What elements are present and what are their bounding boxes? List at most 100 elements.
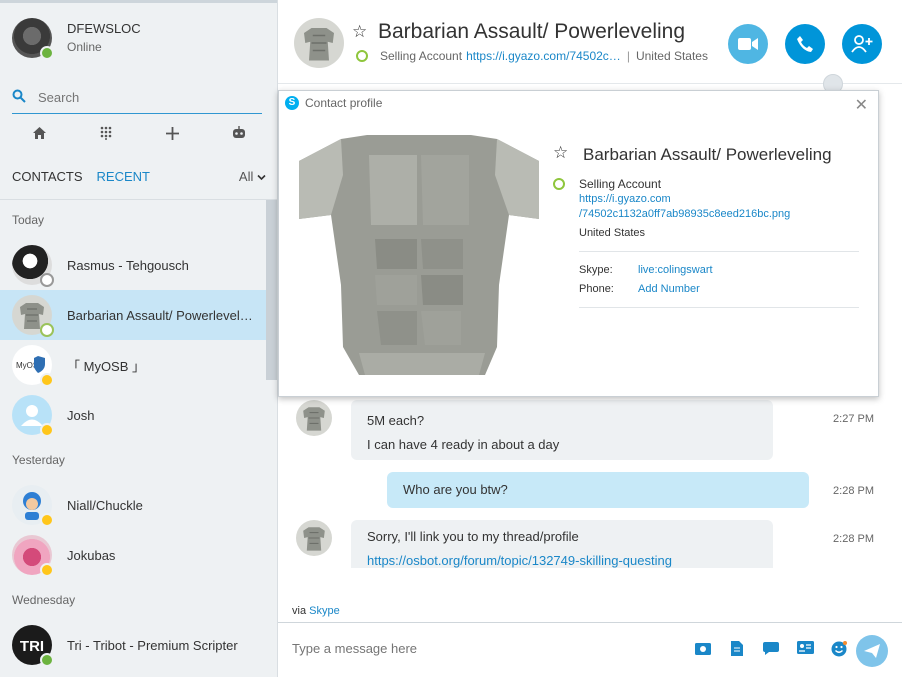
my-avatar[interactable] [12,18,54,60]
mood-link[interactable]: https://i.gyazo.com/74502c… [466,49,621,63]
unknown-status-icon [40,273,54,287]
via-prefix: via [292,605,307,617]
profile-mood: Selling Account [553,177,661,191]
add-icon[interactable] [160,126,184,144]
sidebar-scrollbar[interactable] [266,200,277,380]
offline-status-icon [40,323,54,337]
send-icon [864,644,880,658]
profile-titlebar[interactable]: S Contact profile [279,91,878,115]
profile-picture [299,135,539,381]
message-time: 2:27 PM [833,413,874,425]
list-item[interactable]: MyOSB 「 MyOSB 」 [0,340,266,390]
contact-name: Niall/Chuckle [67,497,143,513]
message-bubble[interactable]: Who are you btw? [387,472,809,508]
contact-name: 「 MyOSB 」 [67,358,146,374]
online-status-icon [40,46,54,60]
send-button[interactable] [856,635,888,667]
search-icon [12,89,32,106]
via-service-link[interactable]: Skype [309,605,340,617]
video-message-icon[interactable] [754,641,788,661]
add-people-button[interactable] [842,24,882,64]
contact-name: Tri - Tribot - Premium Scripter [67,637,238,653]
avatar: MyOSB [12,345,54,387]
home-icon[interactable] [27,126,51,144]
skype-id-link[interactable]: live:colingswart [638,264,713,276]
conversation-title[interactable]: Barbarian Assault/ Powerleveling [378,20,685,44]
filter-dropdown[interactable]: All [239,169,266,184]
profile-location: United States [579,227,646,239]
add-number-link[interactable]: Add Number [638,283,700,295]
message-text: Who are you btw? [403,482,508,497]
via-service: via Skype [292,605,340,617]
compose-tools [686,641,856,661]
list-item[interactable]: Niall/Chuckle [0,480,266,530]
dialpad-icon[interactable] [94,126,118,144]
tab-contacts[interactable]: CONTACTS [12,169,83,184]
profile-mood-link[interactable]: https://i.gyazo.com /74502c1132a0ff7ab98… [579,192,829,222]
contact-name: Josh [67,407,95,423]
divider [579,251,859,252]
audio-call-button[interactable] [785,24,825,64]
online-status-icon [40,653,54,667]
send-media-icon[interactable] [686,641,720,661]
section-header: Yesterday [12,453,65,467]
avatar [12,535,54,577]
message-time: 2:28 PM [833,485,874,497]
sidebar-top-edge [0,0,277,3]
sidebar: DFEWSLOC Online CONTACTS RECENT All [0,0,278,677]
contact-profile-window: S Contact profile ✕ ☆ Barbarian Assault/… [278,90,879,397]
message-input[interactable] [292,641,672,656]
favorite-star-icon[interactable]: ☆ [553,143,568,163]
bots-icon[interactable] [227,126,251,144]
phone-icon [797,36,813,52]
favorite-star-icon[interactable]: ☆ [352,22,367,42]
search-box[interactable] [12,82,262,114]
message-text: 5M each? [367,413,425,428]
contact-name: Jokubas [67,547,116,563]
profile-window-title: Contact profile [305,96,383,110]
mood-link-line: https://i.gyazo.com [579,193,671,205]
section-header: Today [12,213,45,227]
away-status-icon [40,513,54,527]
away-status-icon [40,423,54,437]
phone-label: Phone: [579,283,614,295]
mood-text: Selling Account [579,177,662,191]
svg-text:TRI: TRI [20,638,44,655]
avatar [296,400,332,436]
send-file-icon[interactable] [720,641,754,661]
list-item[interactable]: Josh [0,390,266,440]
video-call-button[interactable] [728,24,768,64]
skype-logo-icon: S [285,96,299,110]
message-time: 2:28 PM [833,533,874,545]
skype-label: Skype: [579,264,613,276]
contact-location: United States [635,49,708,63]
list-item[interactable]: TRI Tri - Tribot - Premium Scripter [0,620,266,670]
mood-text: Selling Account [380,49,463,63]
message-bubble[interactable]: 5M each? I can have 4 ready in about a d… [351,400,773,460]
profile-name: Barbarian Assault/ Powerleveling [583,145,832,164]
mood-link-line: /74502c1132a0ff7ab98935c8eed216bc.png [579,208,791,220]
status-ring-icon [356,50,368,62]
my-profile[interactable]: DFEWSLOC Online [12,18,141,60]
list-item[interactable]: Jokubas [0,530,266,580]
my-name: DFEWSLOC [67,21,141,36]
emoticon-icon[interactable] [822,641,856,661]
list-item[interactable]: Barbarian Assault/ Powerleveling [0,290,266,340]
contact-avatar[interactable] [294,18,344,68]
close-icon[interactable]: ✕ [855,95,868,115]
send-contact-icon[interactable] [788,641,822,661]
my-status[interactable]: Online [67,38,141,56]
message-list-fade [278,568,902,598]
avatar: TRI [12,625,54,667]
filter-label: All [238,168,254,184]
divider [579,307,859,308]
add-person-icon [851,35,873,53]
avatar [296,520,332,556]
contact-name: Rasmus - Tehgousch [67,257,189,273]
away-status-icon [40,373,54,387]
search-input[interactable] [38,90,258,105]
list-item[interactable]: Rasmus - Tehgousch [0,240,266,290]
sidebar-toolbar [0,120,277,150]
tab-recent[interactable]: RECENT [97,169,150,184]
chevron-down-icon [257,169,266,184]
